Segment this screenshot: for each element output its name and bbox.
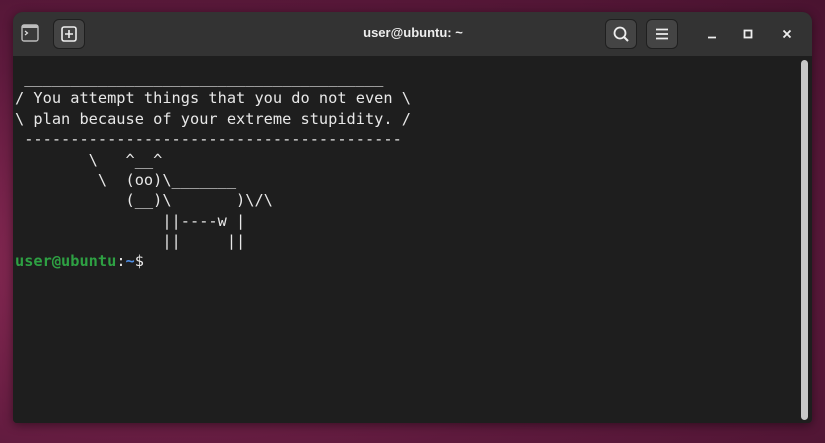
output-line: \ plan because of your extreme stupidity…	[15, 109, 412, 128]
output-line: _______________________________________	[15, 69, 384, 87]
prompt-user-host: user@ubuntu	[15, 252, 117, 270]
vertical-scrollbar[interactable]	[798, 57, 812, 423]
plus-square-icon	[61, 26, 77, 42]
output-line: / You attempt things that you do not eve…	[15, 89, 412, 108]
minimize-button[interactable]	[700, 22, 724, 46]
close-button[interactable]	[775, 22, 799, 46]
shell-prompt[interactable]: user@ubuntu:~$	[15, 251, 144, 271]
search-icon	[613, 26, 629, 42]
minimize-icon	[708, 36, 716, 39]
main-menu-button[interactable]	[646, 19, 678, 49]
output-line: \ ^__^	[15, 150, 163, 169]
terminal-window: user@ubuntu: ~ _________________________…	[13, 12, 812, 423]
output-line: (__)\ )\/\	[15, 191, 273, 210]
hamburger-menu-icon	[656, 28, 668, 40]
terminal-output-area[interactable]: _______________________________________ …	[13, 57, 798, 423]
prompt-colon: :	[116, 252, 126, 270]
window-title: user@ubuntu: ~	[363, 25, 463, 40]
output-line: \ (oo)\_______	[15, 171, 237, 190]
prompt-path: ~	[125, 252, 135, 270]
cowsay-output: _______________________________________ …	[15, 68, 411, 252]
output-line: ||----w |	[15, 211, 246, 230]
close-icon	[782, 29, 792, 39]
maximize-icon	[743, 29, 753, 39]
output-line: ----------------------------------------…	[15, 130, 402, 149]
output-line: || ||	[15, 232, 246, 251]
title-bar[interactable]: user@ubuntu: ~	[13, 12, 812, 57]
scrollbar-thumb[interactable]	[801, 60, 808, 420]
maximize-button[interactable]	[736, 22, 760, 46]
prompt-symbol: $	[134, 252, 144, 270]
terminal-icon	[17, 20, 43, 48]
new-tab-button[interactable]	[53, 19, 85, 49]
search-button[interactable]	[605, 19, 637, 49]
